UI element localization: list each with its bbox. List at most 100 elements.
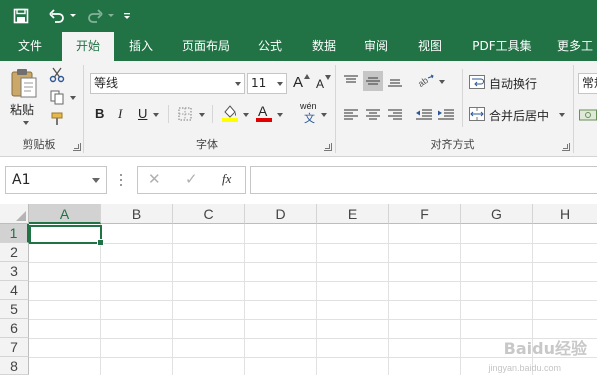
font-name-combo[interactable]: 等线 bbox=[90, 73, 245, 94]
column-header-g[interactable]: G bbox=[461, 204, 533, 224]
undo-icon[interactable] bbox=[46, 4, 68, 28]
save-icon[interactable] bbox=[10, 4, 32, 28]
row-header-1[interactable]: 1 bbox=[0, 224, 29, 243]
chevron-down-icon bbox=[92, 178, 100, 183]
tab-view[interactable]: 视图 bbox=[408, 32, 452, 61]
font-color-button[interactable]: A bbox=[258, 103, 267, 119]
borders-icon[interactable] bbox=[176, 105, 194, 123]
enter-icon[interactable]: ✓ bbox=[185, 170, 198, 188]
ribbon-home: 粘贴 剪贴板 等线 11 A A B I U A wén 文 字体 ab 自动换… bbox=[0, 61, 597, 157]
shrink-arrow-icon bbox=[325, 75, 331, 80]
undo-dropdown-icon[interactable] bbox=[68, 4, 78, 28]
copy-dropdown-icon[interactable] bbox=[70, 96, 76, 100]
merge-center-button[interactable]: 合并后居中 bbox=[489, 107, 549, 124]
align-center-icon[interactable] bbox=[363, 105, 383, 125]
align-right-icon[interactable] bbox=[385, 105, 405, 125]
insert-function-icon[interactable]: fx bbox=[222, 171, 231, 187]
borders-dropdown-icon[interactable] bbox=[199, 113, 205, 117]
tab-page-layout[interactable]: 页面布局 bbox=[172, 32, 240, 61]
paste-label[interactable]: 粘贴 bbox=[10, 101, 34, 118]
tab-formulas[interactable]: 公式 bbox=[248, 32, 292, 61]
cancel-icon[interactable]: ✕ bbox=[148, 170, 161, 188]
orientation-icon[interactable]: ab bbox=[416, 71, 436, 91]
clipboard-launcher-icon[interactable] bbox=[73, 143, 81, 151]
formula-bar-grip-icon[interactable] bbox=[120, 170, 123, 190]
column-header-f[interactable]: F bbox=[389, 204, 461, 224]
wrap-text-icon[interactable] bbox=[468, 73, 486, 91]
alignment-launcher-icon[interactable] bbox=[562, 143, 570, 151]
tab-file[interactable]: 文件 bbox=[4, 32, 56, 61]
column-header-d[interactable]: D bbox=[245, 204, 317, 224]
row-header-2[interactable]: 2 bbox=[0, 243, 29, 262]
column-header-h[interactable]: H bbox=[533, 204, 597, 224]
phonetic-bottom[interactable]: 文 bbox=[304, 110, 315, 126]
merge-center-icon[interactable] bbox=[468, 105, 486, 123]
shrink-font-icon[interactable]: A bbox=[316, 77, 324, 91]
select-all-button[interactable] bbox=[0, 204, 29, 224]
column-header-b[interactable]: B bbox=[101, 204, 173, 224]
paste-dropdown-icon[interactable] bbox=[23, 121, 29, 125]
tab-more-tools[interactable]: 更多工 bbox=[553, 32, 597, 61]
column-header-a[interactable]: A bbox=[29, 204, 101, 224]
redo-icon[interactable] bbox=[84, 4, 106, 28]
bold-button[interactable]: B bbox=[95, 106, 104, 121]
underline-button[interactable]: U bbox=[138, 106, 147, 121]
tab-home[interactable]: 开始 bbox=[62, 32, 114, 61]
format-painter-icon[interactable] bbox=[46, 109, 68, 129]
name-box[interactable]: A1 bbox=[5, 166, 107, 194]
increase-indent-icon[interactable] bbox=[436, 105, 456, 125]
align-middle-icon[interactable] bbox=[363, 71, 383, 91]
gridline bbox=[172, 224, 173, 375]
underline-dropdown-icon[interactable] bbox=[153, 113, 159, 117]
cut-icon[interactable] bbox=[46, 65, 68, 85]
row-header-8[interactable]: 8 bbox=[0, 357, 29, 375]
gridline bbox=[388, 224, 389, 375]
row-header-7[interactable]: 7 bbox=[0, 338, 29, 357]
number-format-combo[interactable]: 常规 bbox=[578, 73, 597, 94]
row-header-4[interactable]: 4 bbox=[0, 281, 29, 300]
fill-color-dropdown-icon[interactable] bbox=[243, 113, 249, 117]
row-header-6[interactable]: 6 bbox=[0, 319, 29, 338]
tab-pdf-tools[interactable]: PDF工具集 bbox=[462, 32, 542, 61]
grow-font-icon[interactable]: A bbox=[293, 74, 303, 91]
gridline bbox=[29, 300, 597, 301]
tab-insert[interactable]: 插入 bbox=[118, 32, 164, 61]
currency-format-icon[interactable] bbox=[578, 105, 597, 125]
phonetic-dropdown-icon[interactable] bbox=[321, 113, 327, 117]
clipboard-group-label: 剪贴板 bbox=[22, 138, 56, 151]
font-launcher-icon[interactable] bbox=[324, 143, 332, 151]
font-color-swatch bbox=[256, 118, 272, 122]
decrease-indent-icon[interactable] bbox=[414, 105, 434, 125]
italic-button[interactable]: I bbox=[118, 106, 122, 122]
gridline bbox=[316, 224, 317, 375]
title-bar bbox=[0, 0, 597, 32]
column-header-e[interactable]: E bbox=[317, 204, 389, 224]
watermark: Baidu经验 bbox=[503, 339, 587, 358]
chevron-down-icon bbox=[277, 82, 283, 86]
separator bbox=[462, 69, 463, 127]
copy-icon[interactable] bbox=[46, 87, 68, 107]
wrap-text-button[interactable]: 自动换行 bbox=[489, 75, 537, 92]
fill-color-icon[interactable] bbox=[220, 103, 240, 123]
orientation-dropdown-icon[interactable] bbox=[439, 80, 445, 84]
font-color-dropdown-icon[interactable] bbox=[277, 113, 283, 117]
redo-dropdown-icon[interactable] bbox=[106, 4, 116, 28]
paste-icon[interactable] bbox=[8, 65, 40, 101]
worksheet-grid: A B C D E F G H 1 2 3 4 5 6 7 8 Baidu经验 … bbox=[0, 204, 597, 375]
align-top-icon[interactable] bbox=[341, 71, 361, 91]
tab-data[interactable]: 数据 bbox=[302, 32, 346, 61]
svg-text:ab: ab bbox=[418, 75, 430, 88]
number-format-value: 常规 bbox=[582, 76, 597, 90]
font-size-combo[interactable]: 11 bbox=[247, 73, 287, 94]
font-size-value: 11 bbox=[251, 76, 267, 90]
row-header-5[interactable]: 5 bbox=[0, 300, 29, 319]
active-cell[interactable] bbox=[29, 225, 104, 246]
row-header-3[interactable]: 3 bbox=[0, 262, 29, 281]
column-header-c[interactable]: C bbox=[173, 204, 245, 224]
align-bottom-icon[interactable] bbox=[385, 71, 405, 91]
customize-qat-icon[interactable] bbox=[120, 4, 134, 28]
align-left-icon[interactable] bbox=[341, 105, 361, 125]
merge-dropdown-icon[interactable] bbox=[559, 113, 565, 117]
formula-input[interactable] bbox=[250, 166, 597, 194]
tab-review[interactable]: 审阅 bbox=[354, 32, 398, 61]
